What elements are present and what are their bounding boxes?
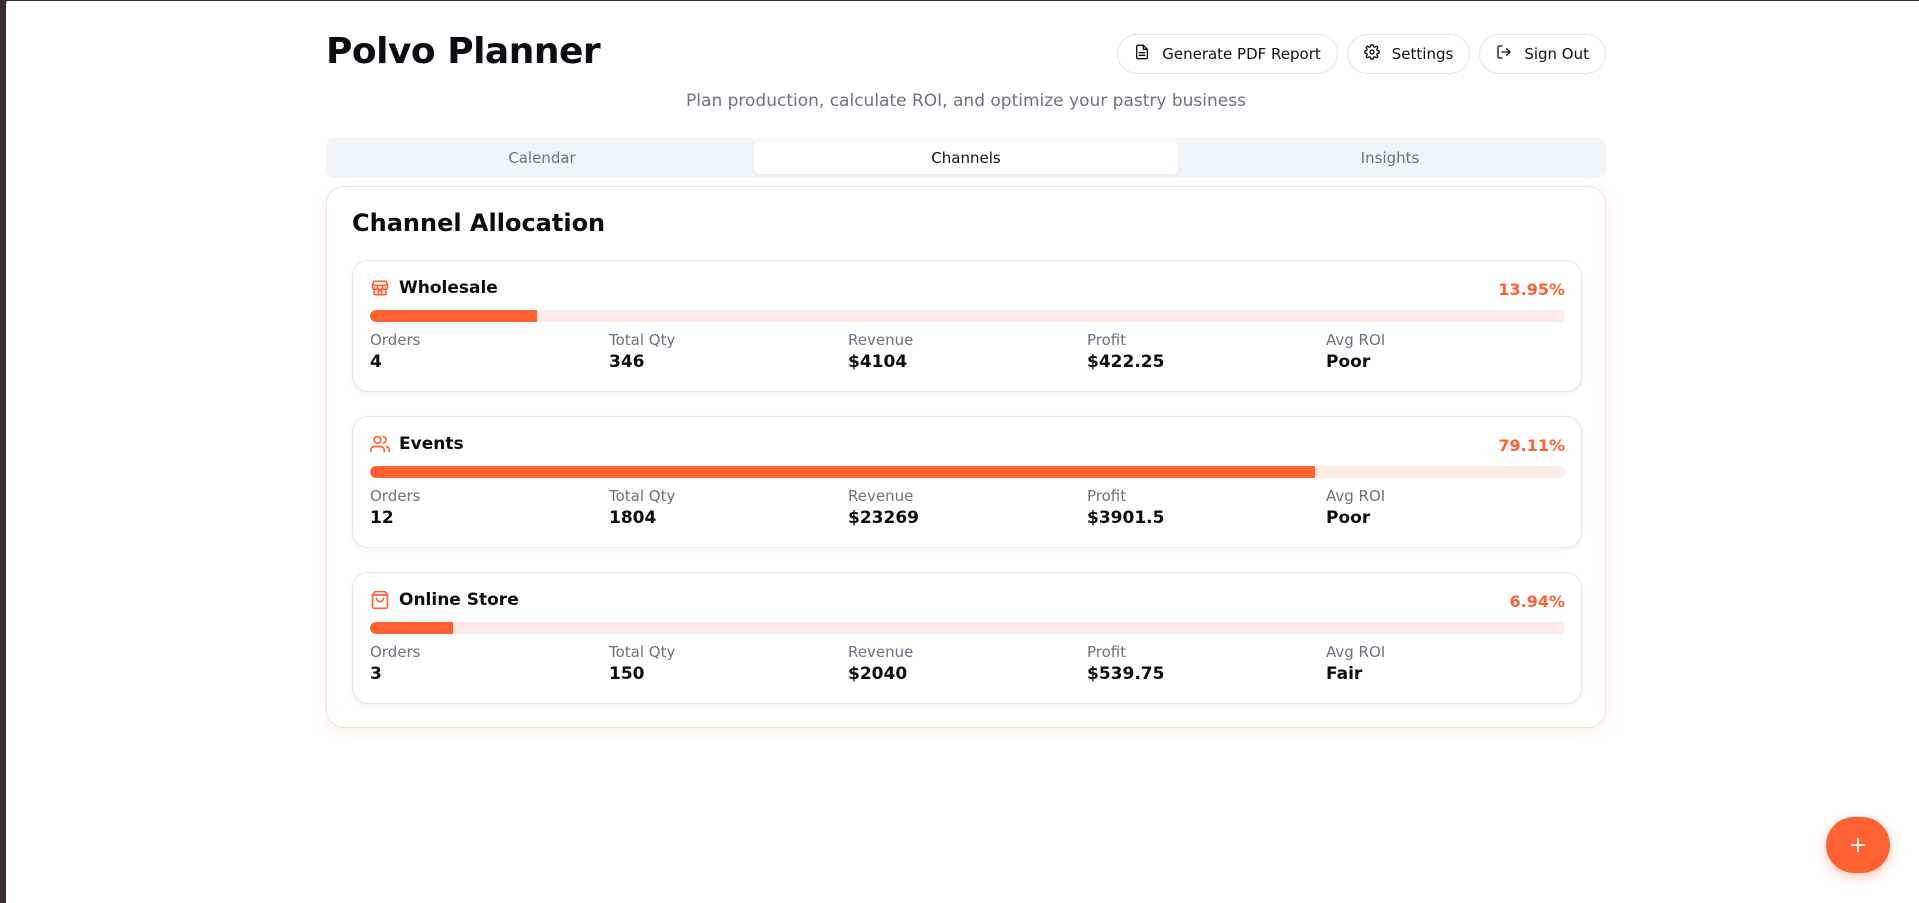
channel-header: Online Store bbox=[370, 590, 519, 610]
stat-label: Orders bbox=[370, 487, 421, 505]
sign-out-button[interactable]: Sign Out bbox=[1479, 34, 1606, 74]
stat-label: Revenue bbox=[848, 487, 914, 505]
stat-value: $4104 bbox=[848, 352, 908, 372]
stat-revenue: Revenue $4104 bbox=[848, 331, 1087, 372]
stat-avg-roi: Avg ROI Fair bbox=[1326, 643, 1565, 684]
stat-avg-roi: Avg ROI Poor bbox=[1326, 487, 1565, 528]
stat-value: 150 bbox=[609, 664, 645, 684]
stat-label: Total Qty bbox=[609, 487, 676, 505]
users-icon bbox=[370, 434, 390, 454]
stat-value: Fair bbox=[1326, 664, 1363, 684]
stat-value: 1804 bbox=[609, 508, 657, 528]
channel-stats: Orders 3 Total Qty 150 Revenue $2040 Pro… bbox=[370, 643, 1565, 684]
allocation-bar bbox=[370, 622, 1565, 634]
shopping-bag-icon bbox=[370, 590, 390, 610]
stat-label: Total Qty bbox=[609, 331, 676, 349]
channel-name: Wholesale bbox=[399, 278, 498, 298]
stat-label: Revenue bbox=[848, 331, 914, 349]
stat-label: Profit bbox=[1087, 487, 1127, 505]
channel-name: Events bbox=[399, 434, 464, 454]
gear-icon bbox=[1363, 44, 1380, 64]
stat-value: Poor bbox=[1326, 508, 1371, 528]
stat-value: $23269 bbox=[848, 508, 919, 528]
header: Polvo Planner Generate PDF Report Settin… bbox=[326, 1, 1606, 111]
stat-total-qty: Total Qty 1804 bbox=[609, 487, 848, 528]
file-text-icon bbox=[1134, 44, 1150, 64]
card-title: Channel Allocation bbox=[352, 209, 606, 237]
stat-value: $539.75 bbox=[1087, 664, 1165, 684]
channel-header: Wholesale bbox=[370, 278, 498, 298]
channel-percent: 13.95% bbox=[1498, 280, 1565, 299]
settings-button[interactable]: Settings bbox=[1346, 34, 1471, 74]
stat-label: Avg ROI bbox=[1326, 643, 1386, 661]
stat-profit: Profit $3901.5 bbox=[1087, 487, 1326, 528]
allocation-bar-fill bbox=[370, 310, 537, 322]
stat-total-qty: Total Qty 150 bbox=[609, 643, 848, 684]
tab-calendar[interactable]: Calendar bbox=[330, 142, 754, 174]
generate-pdf-button[interactable]: Generate PDF Report bbox=[1117, 34, 1338, 74]
channel-stats: Orders 12 Total Qty 1804 Revenue $23269 … bbox=[370, 487, 1565, 528]
allocation-bar bbox=[370, 310, 1565, 322]
stat-label: Avg ROI bbox=[1326, 487, 1386, 505]
stat-orders: Orders 3 bbox=[370, 643, 609, 684]
app-window: Polvo Planner Generate PDF Report Settin… bbox=[6, 1, 1919, 903]
stat-avg-roi: Avg ROI Poor bbox=[1326, 331, 1565, 372]
channel-percent: 6.94% bbox=[1509, 592, 1565, 611]
stat-value: Poor bbox=[1326, 352, 1371, 372]
stat-label: Profit bbox=[1087, 643, 1127, 661]
channel-name: Online Store bbox=[399, 590, 519, 610]
stat-value: 346 bbox=[609, 352, 645, 372]
stat-label: Revenue bbox=[848, 643, 914, 661]
channel-header: Events bbox=[370, 434, 464, 454]
stat-value: $422.25 bbox=[1087, 352, 1165, 372]
stat-orders: Orders 12 bbox=[370, 487, 609, 528]
app-subtitle: Plan production, calculate ROI, and opti… bbox=[686, 91, 1246, 111]
stat-profit: Profit $422.25 bbox=[1087, 331, 1326, 372]
stat-label: Profit bbox=[1087, 331, 1127, 349]
log-out-icon bbox=[1496, 44, 1512, 64]
settings-label: Settings bbox=[1391, 45, 1454, 63]
stat-total-qty: Total Qty 346 bbox=[609, 331, 848, 372]
channel-card-wholesale: Wholesale 13.95% Orders 4 Total Qty 346 bbox=[352, 260, 1582, 392]
sign-out-label: Sign Out bbox=[1524, 45, 1589, 63]
channel-card-events: Events 79.11% Orders 12 Total Qty 1804 R… bbox=[352, 416, 1582, 548]
main-container: Polvo Planner Generate PDF Report Settin… bbox=[326, 1, 1606, 728]
channel-stats: Orders 4 Total Qty 346 Revenue $4104 Pro… bbox=[370, 331, 1565, 372]
tab-channels[interactable]: Channels bbox=[754, 142, 1178, 174]
header-actions: Generate PDF Report Settings Sign Out bbox=[1117, 34, 1606, 74]
allocation-bar bbox=[370, 466, 1565, 478]
stat-value: $2040 bbox=[848, 664, 908, 684]
channel-allocation-card: Channel Allocation Wholesale 13.95% Orde… bbox=[326, 186, 1606, 728]
add-fab-button[interactable]: + bbox=[1826, 817, 1890, 873]
stat-value: 12 bbox=[370, 508, 394, 528]
tab-bar: Calendar Channels Insights bbox=[326, 138, 1606, 178]
stat-orders: Orders 4 bbox=[370, 331, 609, 372]
stat-value: 3 bbox=[370, 664, 382, 684]
app-title: Polvo Planner bbox=[326, 31, 601, 72]
stat-label: Orders bbox=[370, 643, 421, 661]
channel-percent: 79.11% bbox=[1498, 436, 1565, 455]
stat-label: Orders bbox=[370, 331, 421, 349]
generate-pdf-label: Generate PDF Report bbox=[1162, 45, 1321, 63]
stat-profit: Profit $539.75 bbox=[1087, 643, 1326, 684]
stat-revenue: Revenue $2040 bbox=[848, 643, 1087, 684]
stat-label: Total Qty bbox=[609, 643, 676, 661]
stat-value: $3901.5 bbox=[1087, 508, 1165, 528]
channel-card-online-store: Online Store 6.94% Orders 3 Total Qty 15… bbox=[352, 572, 1582, 704]
store-icon bbox=[370, 278, 390, 298]
stat-value: 4 bbox=[370, 352, 382, 372]
allocation-bar-fill bbox=[370, 466, 1316, 478]
tab-insights[interactable]: Insights bbox=[1178, 142, 1602, 174]
allocation-bar-fill bbox=[370, 622, 453, 634]
stat-label: Avg ROI bbox=[1326, 331, 1386, 349]
stat-revenue: Revenue $23269 bbox=[848, 487, 1087, 528]
